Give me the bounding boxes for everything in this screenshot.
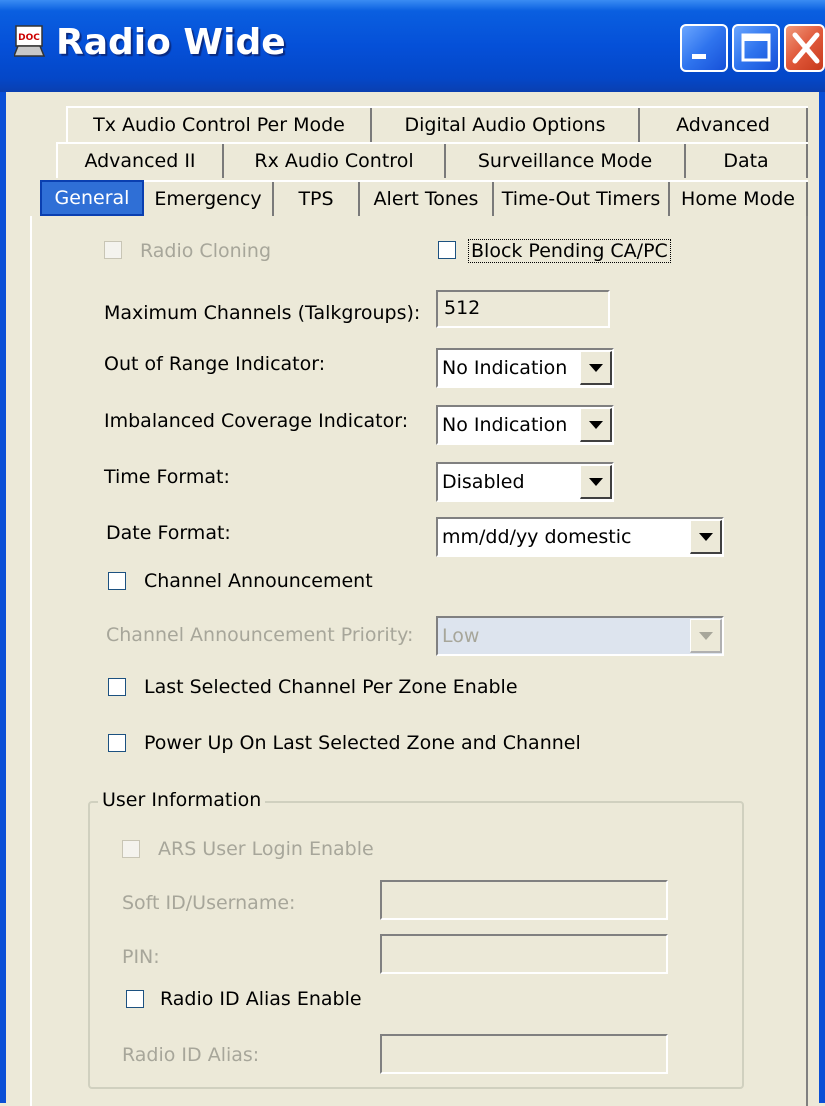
maximize-button[interactable] — [732, 24, 780, 72]
imbalanced-coverage-value: No Indication — [442, 414, 568, 436]
ars-user-login-checkbox[interactable] — [122, 840, 140, 858]
minimize-icon — [692, 54, 706, 59]
channel-announcement-label: Channel Announcement — [144, 570, 373, 592]
window-frame-right — [819, 92, 825, 1103]
radio-id-alias-label: Radio ID Alias: — [122, 1044, 260, 1066]
imbalanced-coverage-select[interactable]: No Indication — [436, 405, 614, 445]
time-format-label: Time Format: — [104, 466, 230, 488]
chevron-down-icon[interactable] — [580, 465, 612, 499]
date-format-label: Date Format: — [106, 522, 231, 544]
window-frame-left — [0, 92, 6, 1103]
tab-digital-audio-options[interactable]: Digital Audio Options — [372, 108, 640, 142]
radio-id-alias-enable-label: Radio ID Alias Enable — [160, 988, 362, 1010]
power-up-last-label: Power Up On Last Selected Zone and Chann… — [144, 732, 581, 754]
out-of-range-select[interactable]: No Indication — [436, 348, 614, 388]
radio-id-alias-field[interactable] — [380, 1034, 668, 1074]
tab-rx-audio-control[interactable]: Rx Audio Control — [224, 144, 446, 178]
doc-icon: DOC — [14, 25, 46, 57]
tab-home-mode[interactable]: Home Mode — [670, 182, 808, 216]
channel-announcement-priority-label: Channel Announcement Priority: — [106, 624, 414, 646]
chevron-down-icon[interactable] — [580, 351, 612, 385]
svg-text:DOC: DOC — [18, 33, 40, 43]
chevron-down-icon[interactable] — [690, 520, 722, 554]
minimize-button[interactable] — [680, 24, 728, 72]
block-pending-label: Block Pending CA/PC — [468, 239, 671, 263]
tab-tx-audio-control[interactable]: Tx Audio Control Per Mode — [66, 108, 372, 142]
user-information-title: User Information — [98, 789, 266, 811]
last-selected-channel-label: Last Selected Channel Per Zone Enable — [144, 676, 518, 698]
radio-cloning-checkbox[interactable] — [104, 241, 122, 259]
radio-cloning-label: Radio Cloning — [140, 240, 272, 262]
tab-emergency[interactable]: Emergency — [144, 182, 274, 216]
last-selected-channel-checkbox[interactable] — [108, 678, 126, 696]
ars-user-login-label: ARS User Login Enable — [158, 838, 374, 860]
max-channels-label: Maximum Channels (Talkgroups): — [104, 302, 421, 324]
channel-announcement-priority-select[interactable]: Low — [436, 616, 724, 656]
date-format-value: mm/dd/yy domestic — [442, 526, 632, 548]
close-icon — [792, 32, 820, 64]
radio-id-alias-enable-checkbox[interactable] — [126, 990, 144, 1008]
channel-announcement-checkbox[interactable] — [108, 572, 126, 590]
out-of-range-value: No Indication — [442, 357, 568, 379]
tab-general[interactable]: General — [40, 180, 144, 216]
imbalanced-coverage-label: Imbalanced Coverage Indicator: — [104, 410, 409, 432]
chevron-down-icon[interactable] — [580, 408, 612, 442]
window-title: Radio Wide — [56, 22, 286, 63]
soft-id-field[interactable] — [380, 880, 668, 920]
channel-announcement-priority-value: Low — [442, 625, 480, 647]
tab-time-out-timers[interactable]: Time-Out Timers — [494, 182, 670, 216]
time-format-select[interactable]: Disabled — [436, 462, 614, 502]
tab-alert-tones[interactable]: Alert Tones — [360, 182, 494, 216]
date-format-select[interactable]: mm/dd/yy domestic — [436, 517, 724, 557]
block-pending-checkbox[interactable] — [438, 241, 456, 259]
close-button[interactable] — [784, 24, 825, 72]
chevron-down-icon[interactable] — [690, 619, 722, 653]
time-format-value: Disabled — [442, 471, 525, 493]
pin-label: PIN: — [122, 946, 160, 968]
tab-advanced-ii[interactable]: Advanced II — [56, 144, 224, 178]
power-up-last-checkbox[interactable] — [108, 734, 126, 752]
soft-id-label: Soft ID/Username: — [122, 892, 296, 914]
tab-data[interactable]: Data — [686, 144, 808, 178]
tab-advanced[interactable]: Advanced — [640, 108, 808, 142]
max-channels-field: 512 — [436, 290, 610, 328]
pin-field[interactable] — [380, 934, 668, 974]
maximize-icon — [741, 33, 771, 62]
tab-surveillance-mode[interactable]: Surveillance Mode — [446, 144, 686, 178]
out-of-range-label: Out of Range Indicator: — [104, 353, 326, 375]
tab-tps[interactable]: TPS — [274, 182, 360, 216]
